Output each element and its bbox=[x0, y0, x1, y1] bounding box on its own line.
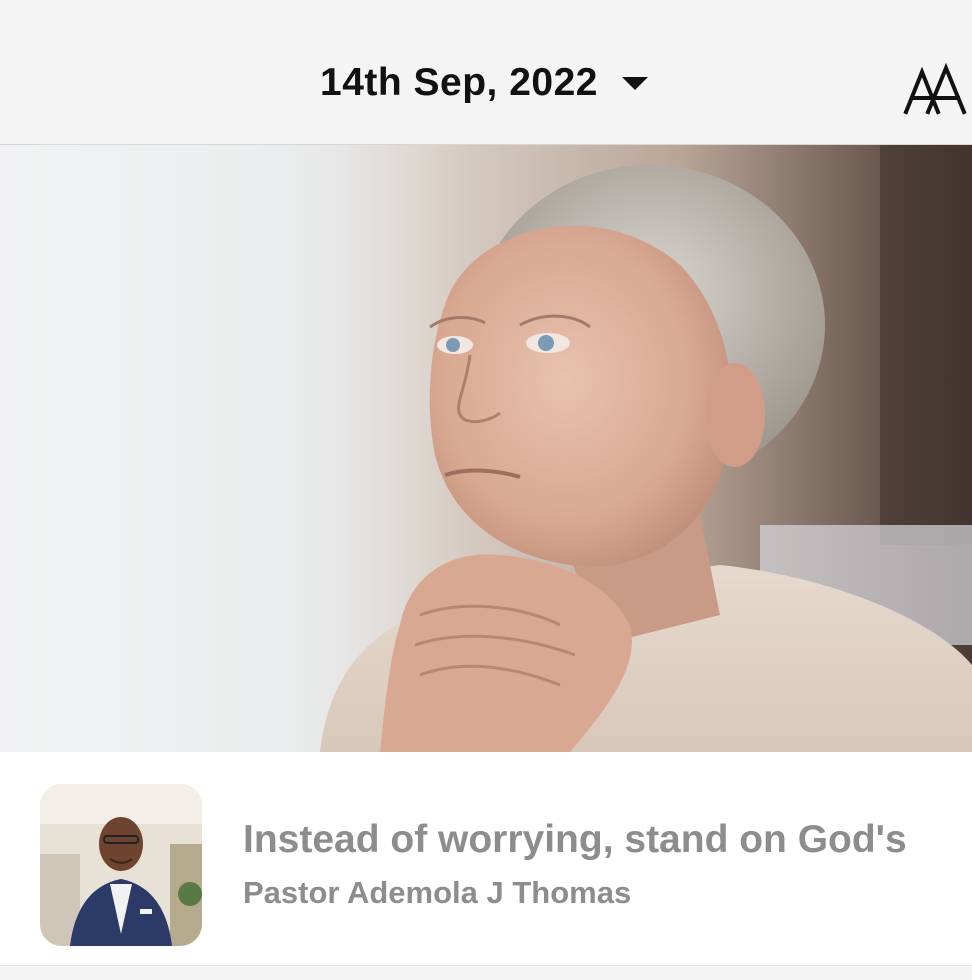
text-size-icon bbox=[903, 62, 967, 115]
text-size-button[interactable] bbox=[902, 62, 972, 122]
article-author: Pastor Ademola J Thomas bbox=[243, 875, 632, 910]
author-photo bbox=[40, 784, 202, 946]
top-bar: 14th Sep, 2022 bbox=[0, 0, 972, 145]
article-card[interactable]: Instead of worrying, stand on God's Past… bbox=[0, 752, 972, 966]
caret-down-icon bbox=[621, 76, 648, 90]
author-thumbnail bbox=[40, 784, 202, 946]
date-selector[interactable]: 14th Sep, 2022 bbox=[320, 58, 648, 108]
hero-image bbox=[0, 145, 972, 752]
date-label: 14th Sep, 2022 bbox=[320, 61, 598, 104]
list-separator bbox=[0, 966, 972, 980]
hero-photo bbox=[0, 145, 972, 752]
article-title: Instead of worrying, stand on God's bbox=[243, 818, 907, 861]
